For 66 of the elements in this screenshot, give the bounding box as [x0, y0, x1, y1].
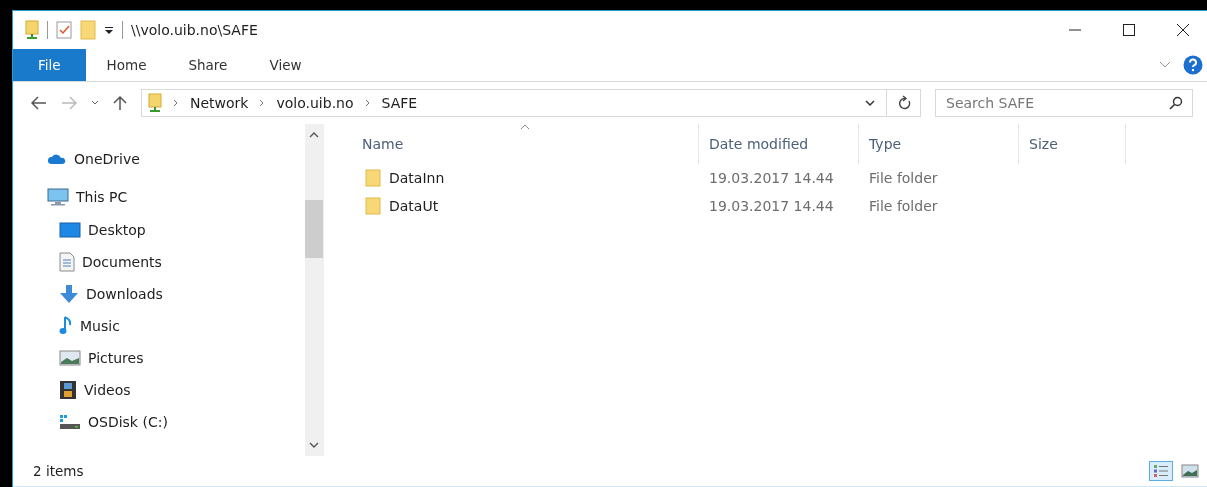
breadcrumb[interactable]: Network — [190, 95, 249, 111]
search-field[interactable]: Search SAFE — [935, 89, 1193, 117]
back-icon[interactable] — [31, 96, 47, 110]
network-folder-icon — [25, 20, 39, 40]
up-icon[interactable] — [113, 95, 127, 111]
breadcrumb[interactable]: SAFE — [381, 95, 418, 111]
details-list-icon — [1153, 464, 1169, 478]
recent-locations-icon[interactable] — [91, 100, 99, 106]
document-icon — [59, 252, 75, 272]
picture-icon — [59, 350, 81, 366]
picture-icon — [1181, 464, 1199, 478]
scrollbar-thumb[interactable] — [305, 200, 323, 258]
folder-icon — [365, 169, 381, 187]
maximize-button[interactable] — [1121, 22, 1137, 38]
sidebar-item[interactable]: Music — [80, 318, 120, 334]
help-icon[interactable] — [1183, 55, 1203, 75]
sidebar-item[interactable]: Videos — [84, 382, 131, 398]
search-icon — [1169, 96, 1183, 110]
sidebar-item[interactable]: Pictures — [88, 350, 144, 366]
scrollbar[interactable] — [305, 124, 323, 456]
sidebar-item[interactable]: Documents — [82, 254, 162, 270]
ribbon-tab[interactable]: View — [248, 49, 323, 81]
item-count: 2 items — [33, 463, 84, 479]
chevron-icon — [173, 99, 179, 107]
download-arrow-icon — [59, 284, 79, 304]
sidebar-item[interactable]: Desktop — [88, 222, 146, 238]
drive-icon — [59, 414, 81, 430]
details-view-button[interactable] — [1149, 461, 1173, 481]
sort-caret-icon — [520, 124, 530, 130]
column-header[interactable]: Date modified — [699, 124, 859, 164]
date-cell: 19.03.2017 14.44 — [709, 170, 834, 186]
column-header[interactable]: Type — [859, 124, 1019, 164]
properties-icon[interactable] — [56, 21, 72, 39]
column-header[interactable]: Size — [1019, 124, 1126, 164]
chevron-icon — [364, 99, 371, 107]
type-cell: File folder — [869, 198, 938, 214]
scroll-down-icon[interactable] — [309, 442, 319, 448]
date-cell: 19.03.2017 14.44 — [709, 198, 834, 214]
chevron-icon — [259, 99, 266, 107]
breadcrumb[interactable]: volo.uib.no — [276, 95, 354, 111]
network-folder-icon — [148, 93, 162, 113]
sidebar-item[interactable]: OneDrive — [74, 151, 140, 167]
close-button[interactable] — [1175, 22, 1191, 38]
cloud-icon — [47, 153, 67, 165]
ribbon-tab[interactable]: Share — [167, 49, 249, 81]
music-note-icon — [59, 316, 73, 336]
desktop-icon — [59, 222, 81, 238]
file-name[interactable]: DataUt — [389, 198, 439, 214]
scroll-up-icon[interactable] — [309, 132, 319, 138]
expand-ribbon-icon[interactable] — [1159, 61, 1171, 69]
dropdown-icon[interactable] — [865, 99, 875, 107]
ribbon-tab[interactable]: Home — [85, 49, 168, 81]
sidebar-item[interactable]: Downloads — [86, 286, 163, 302]
window-title: \\volo.uib.no\SAFE — [131, 22, 258, 38]
monitor-icon — [47, 188, 69, 206]
refresh-icon[interactable] — [898, 95, 912, 111]
ribbon-tab[interactable]: File — [13, 49, 86, 81]
folder-icon — [365, 197, 381, 215]
file-name[interactable]: DataInn — [389, 170, 445, 186]
type-cell: File folder — [869, 170, 938, 186]
address-bar[interactable]: Network volo.uib.no SAFE — [141, 89, 921, 117]
column-header[interactable]: Name — [352, 124, 699, 164]
sidebar-item[interactable]: This PC — [76, 189, 128, 205]
film-icon — [59, 380, 77, 400]
sidebar-item[interactable]: OSDisk (C:) — [88, 414, 168, 430]
dropdown-icon[interactable] — [104, 25, 114, 35]
